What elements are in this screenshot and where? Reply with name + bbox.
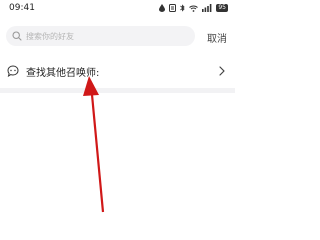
search-box[interactable]: [6, 26, 195, 46]
search-input[interactable]: [26, 31, 186, 41]
find-other-summoners-row[interactable]: 查找其他召唤师:: [0, 56, 235, 86]
signal-icon: [202, 4, 212, 12]
notification-icon: [169, 4, 177, 12]
status-icons: 95: [159, 4, 228, 12]
status-time: 09:41: [9, 3, 35, 13]
drop-icon: [159, 4, 166, 12]
chat-bubble-icon: [7, 65, 19, 77]
cancel-button[interactable]: 取消: [207, 30, 227, 45]
status-bar: 09:41 95: [0, 0, 235, 20]
wifi-icon: [189, 5, 199, 12]
search-icon: [12, 31, 22, 41]
section-divider: [0, 88, 235, 93]
chevron-right-icon: [219, 66, 225, 76]
bluetooth-icon: [180, 4, 186, 12]
search-row: 取消: [0, 24, 235, 48]
find-other-summoners-label: 查找其他召唤师:: [26, 67, 100, 79]
battery-icon: 95: [216, 4, 228, 12]
